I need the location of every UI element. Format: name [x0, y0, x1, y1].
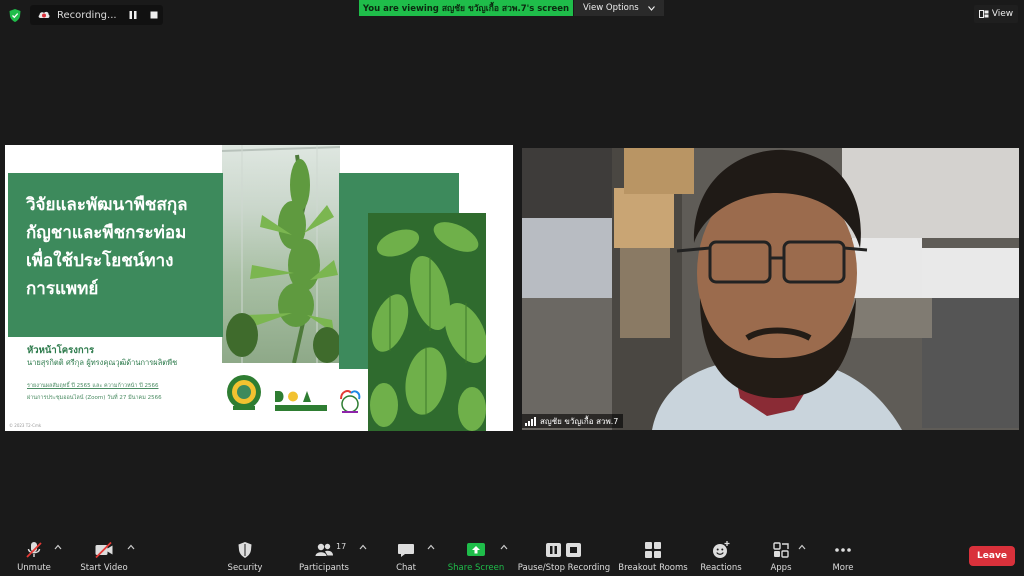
- participants-label: Participants: [299, 563, 349, 573]
- meeting-top-bar: Recording... You are viewing สญชัย ขวัญเ…: [0, 0, 1024, 30]
- video-options-chevron-icon[interactable]: [127, 544, 135, 550]
- video-off-icon: [95, 541, 113, 559]
- share-screen-label: Share Screen: [447, 563, 505, 573]
- apps-chevron-icon[interactable]: [798, 544, 806, 550]
- pause-icon[interactable]: [128, 10, 138, 20]
- doa-together-logo-graphic: [275, 391, 327, 411]
- view-options-label: View Options: [583, 3, 639, 13]
- start-video-button[interactable]: Start Video: [80, 532, 128, 576]
- pause-stop-recording-label: Pause/Stop Recording: [517, 563, 611, 573]
- meeting-toolbar: Unmute Start Video Security Participants…: [0, 532, 1024, 576]
- apps-button[interactable]: Apps: [766, 532, 796, 576]
- reactions-label: Reactions: [700, 563, 742, 573]
- security-label: Security: [227, 563, 263, 573]
- sixty-years-logo: [340, 390, 361, 413]
- view-options-button[interactable]: View Options: [574, 0, 664, 16]
- doa-seal-logo: [227, 375, 261, 410]
- apps-label: Apps: [770, 563, 792, 573]
- unmute-button[interactable]: Unmute: [12, 532, 56, 576]
- more-dots-icon: [835, 548, 851, 552]
- participant-video-tile[interactable]: สญชัย ขวัญเกื้อ สวพ.7: [522, 148, 1019, 430]
- slide-report-line: รายงานผลสัมฤทธิ์ ปี 2565 และ ความก้าวหน้…: [27, 383, 159, 389]
- slide-meeting-line: ผ่านการประชุมออนไลน์ (Zoom) วันที่ 27 มี…: [27, 395, 162, 401]
- share-screen-chevron-icon[interactable]: [500, 544, 508, 550]
- grid-view-icon: [978, 10, 989, 18]
- apps-icon: [773, 542, 789, 558]
- breakout-rooms-label: Breakout Rooms: [618, 563, 688, 573]
- participant-name: สญชัย ขวัญเกื้อ สวพ.7: [540, 416, 619, 426]
- kratom-illustration: [368, 213, 486, 431]
- participants-count: 17: [336, 542, 347, 551]
- viewing-screen-banner: You are viewing สญชัย ขวัญเกื้อ สวพ.7's …: [359, 0, 573, 16]
- chat-label: Chat: [396, 563, 416, 573]
- security-button[interactable]: Security: [222, 532, 268, 576]
- chat-button[interactable]: Chat: [388, 532, 424, 576]
- cloud-recording-icon: [38, 11, 50, 18]
- view-button[interactable]: View: [974, 5, 1018, 23]
- chat-chevron-icon[interactable]: [427, 544, 435, 550]
- shared-screen: วิจัยและพัฒนาพืชสกุล กัญชาและพืชกระท่อม …: [5, 145, 513, 431]
- share-screen-button[interactable]: Share Screen: [448, 532, 504, 576]
- shield-icon: [238, 542, 252, 558]
- participants-button[interactable]: Participants: [298, 532, 350, 576]
- more-button[interactable]: More: [826, 532, 860, 576]
- audio-options-chevron-icon[interactable]: [54, 544, 62, 550]
- participants-chevron-icon[interactable]: [359, 544, 367, 550]
- slide-title-line-3: เพื่อใช้ประโยชน์ทาง: [26, 251, 174, 271]
- breakout-rooms-button[interactable]: Breakout Rooms: [618, 532, 688, 576]
- chevron-down-icon: [648, 5, 655, 11]
- reactions-button[interactable]: Reactions: [698, 532, 744, 576]
- share-screen-icon: [467, 543, 485, 556]
- breakout-rooms-icon: [645, 542, 661, 558]
- signal-strength-icon: [525, 416, 536, 426]
- unmute-label: Unmute: [17, 563, 51, 573]
- leave-button[interactable]: Leave: [969, 546, 1015, 566]
- recording-indicator: Recording...: [30, 5, 163, 25]
- muted-microphone-icon: [26, 542, 42, 558]
- slide-title-line-2: กัญชาและพืชกระท่อม: [26, 223, 187, 243]
- participant-name-label: สญชัย ขวัญเกื้อ สวพ.7: [522, 414, 624, 428]
- more-label: More: [832, 563, 854, 573]
- participants-icon: [315, 543, 333, 556]
- slide-title-box: วิจัยและพัฒนาพืชสกุล กัญชาและพืชกระท่อม …: [8, 173, 223, 337]
- pause-stop-recording-icon: [546, 543, 581, 557]
- kratom-plant-image: [368, 213, 486, 431]
- cannabis-plant-image: [222, 145, 340, 363]
- slide-title-line-1: วิจัยและพัฒนาพืชสกุล: [26, 195, 188, 215]
- recording-label: Recording...: [57, 9, 117, 21]
- slide-title-line-4: การแพทย์: [26, 279, 99, 299]
- slide-project-lead: นายสุรกิตติ ศรีกุล ผู้ทรงคุณวุฒิด้านการผ…: [27, 358, 178, 367]
- start-video-label: Start Video: [80, 563, 128, 573]
- shield-icon[interactable]: [9, 9, 21, 22]
- doa-together-logo: [271, 387, 331, 415]
- slide-section-heading: หัวหน้าโครงการ: [27, 345, 95, 356]
- view-label: View: [991, 9, 1014, 19]
- smiley-plus-icon: [713, 541, 730, 558]
- participant-video-feed: [522, 148, 1019, 430]
- pause-stop-recording-button[interactable]: Pause/Stop Recording: [518, 532, 610, 576]
- stop-icon[interactable]: [149, 10, 159, 20]
- chat-bubble-icon: [398, 544, 414, 557]
- slide-footer: © 2023 T2-Cmk: [9, 423, 42, 428]
- cannabis-illustration: [222, 145, 340, 363]
